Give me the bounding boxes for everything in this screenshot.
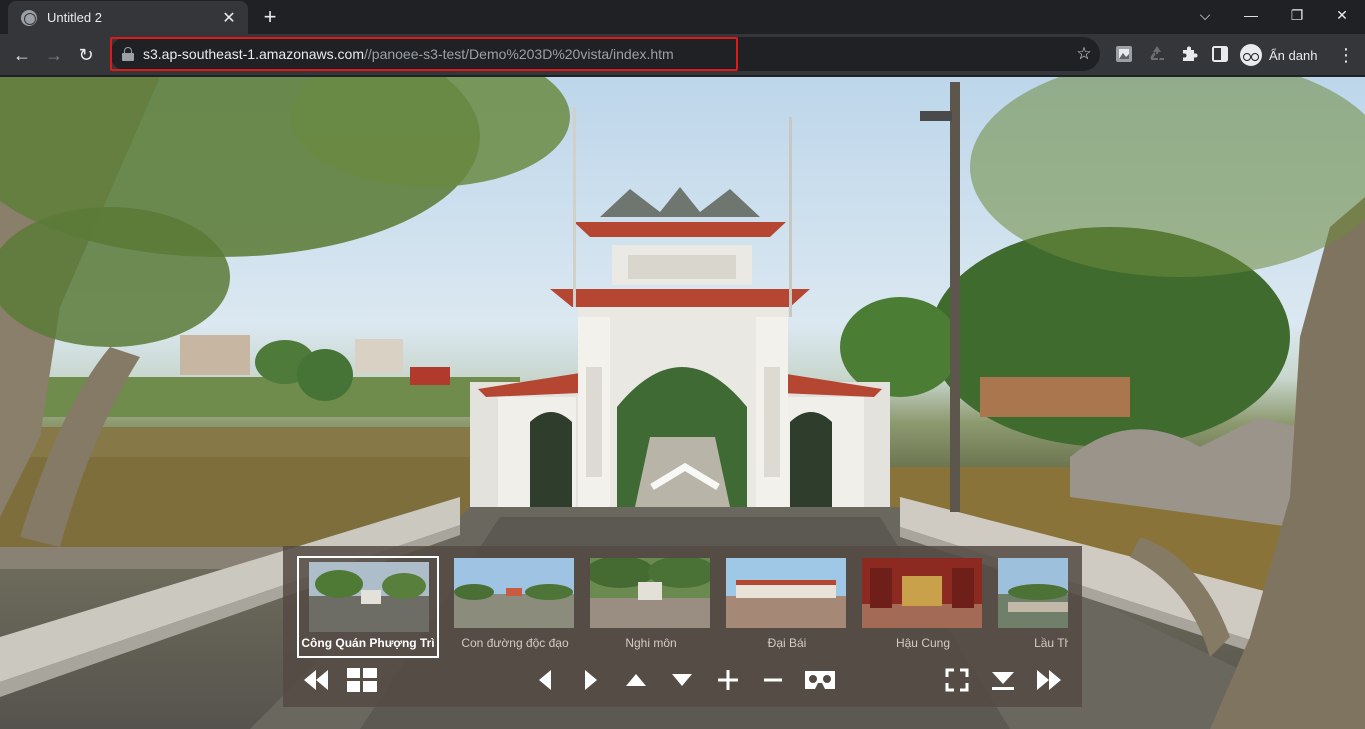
scene-label: Con đường độc đạo [461, 636, 569, 650]
scene-thumbnail[interactable]: Con đường độc đạo [452, 556, 574, 658]
tab-title: Untitled 2 [47, 10, 102, 25]
panorama-viewport[interactable]: Công Quán Phượng Trì Con đường độc đạo N… [0, 77, 1365, 729]
scene-label: Lầu Thuỷ [1034, 636, 1068, 650]
pan-down-icon[interactable] [665, 668, 699, 698]
profile-label: Ẩn danh [1269, 47, 1318, 63]
tour-control-panel: Công Quán Phượng Trì Con đường độc đạo N… [283, 546, 1082, 707]
scene-thumbnail-image [726, 558, 846, 628]
extension-recycle-icon[interactable] [1147, 44, 1169, 66]
rewind-icon[interactable] [299, 668, 333, 698]
close-window-button[interactable]: ✕ [1319, 0, 1365, 30]
incognito-icon [1240, 44, 1262, 66]
tab-strip: Untitled 2 ✕ + ⌵ — ❐ ✕ [0, 0, 1365, 34]
forward-button[interactable]: → [38, 39, 70, 71]
fullscreen-icon[interactable] [940, 668, 974, 698]
back-button[interactable]: ← [6, 39, 38, 71]
pan-left-icon[interactable] [528, 668, 562, 698]
scene-thumbnail[interactable]: Lầu Thuỷ [996, 556, 1068, 658]
side-panel-icon[interactable] [1210, 44, 1232, 66]
hide-panel-icon[interactable] [986, 668, 1020, 698]
scene-thumbnail[interactable]: Công Quán Phượng Trì [297, 556, 439, 658]
address-bar-highlight[interactable]: s3.ap-southeast-1.amazonaws.com//panoee-… [110, 37, 738, 71]
globe-icon [21, 9, 37, 26]
browser-toolbar: ← → ↻ s3.ap-southeast-1.amazonaws.com//p… [0, 34, 1365, 76]
fast-forward-icon[interactable] [1032, 668, 1066, 698]
thumbnail-grid-icon[interactable] [345, 668, 379, 698]
scene-thumbnail-image [862, 558, 982, 628]
scene-thumbnail-strip[interactable]: Công Quán Phượng Trì Con đường độc đạo N… [297, 556, 1068, 660]
zoom-in-icon[interactable] [711, 668, 745, 698]
reload-button[interactable]: ↻ [70, 39, 102, 71]
scene-thumbnail[interactable]: Nghi môn [588, 556, 710, 658]
minimize-button[interactable]: — [1228, 0, 1274, 30]
browser-tab[interactable]: Untitled 2 ✕ [8, 1, 248, 34]
extension-screenshot-icon[interactable] [1114, 44, 1136, 66]
scene-label: Hậu Cung [895, 636, 951, 650]
omnibox[interactable]: s3.ap-southeast-1.amazonaws.com//panoee-… [110, 37, 1100, 71]
scene-label: Công Quán Phượng Trì [301, 636, 435, 650]
scene-thumbnail[interactable]: Hậu Cung [860, 556, 982, 658]
pan-up-icon[interactable] [619, 668, 653, 698]
scene-thumbnail-image [454, 558, 574, 628]
extensions-puzzle-icon[interactable] [1179, 44, 1201, 66]
pan-right-icon[interactable] [574, 668, 608, 698]
new-tab-button[interactable]: + [257, 4, 283, 30]
scene-thumbnail-image [590, 558, 710, 628]
tab-close-icon[interactable]: ✕ [220, 8, 238, 28]
scene-label: Nghi môn [625, 636, 677, 650]
scene-thumbnail-image [309, 562, 429, 632]
url-host: s3.ap-southeast-1.amazonaws.com [143, 46, 364, 62]
scene-thumbnail[interactable]: Đại Bái [724, 556, 846, 658]
tab-search-icon[interactable]: ⌵ [1182, 0, 1228, 30]
restore-button[interactable]: ❐ [1274, 0, 1320, 30]
zoom-out-icon[interactable] [756, 668, 790, 698]
browser-menu-button[interactable]: ⋮ [1330, 39, 1362, 71]
incognito-profile-button[interactable]: Ẩn danh [1240, 42, 1318, 68]
scene-thumbnail-image [998, 558, 1068, 628]
lock-icon[interactable] [122, 47, 134, 61]
vr-headset-icon[interactable] [803, 668, 837, 698]
scene-label: Đại Bái [767, 636, 807, 650]
bookmark-star-icon[interactable]: ☆ [1072, 42, 1096, 66]
url-path: //panoee-s3-test/Demo%203D%20vista/index… [364, 46, 674, 62]
